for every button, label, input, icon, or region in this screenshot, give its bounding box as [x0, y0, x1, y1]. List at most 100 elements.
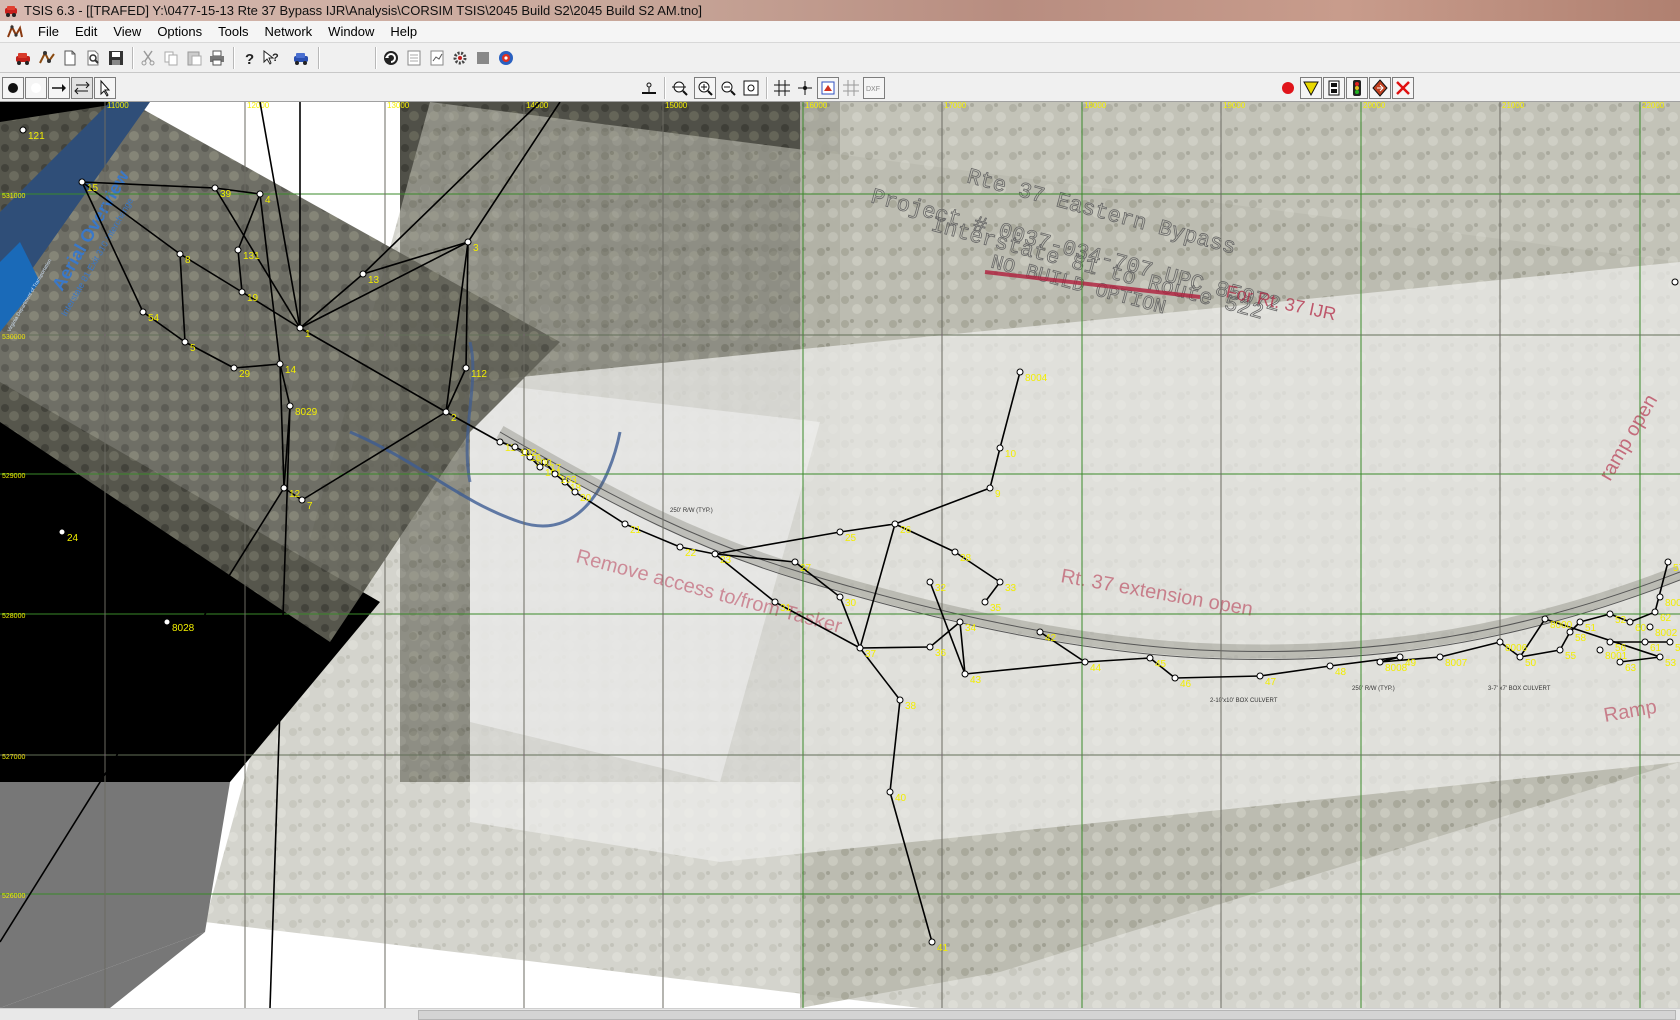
node-marker[interactable]	[1671, 278, 1679, 286]
save-icon[interactable]	[105, 47, 127, 69]
node-marker[interactable]	[928, 938, 936, 946]
node-marker[interactable]	[464, 238, 472, 246]
new-icon[interactable]	[59, 47, 81, 69]
node-marker[interactable]	[442, 408, 450, 416]
node-marker[interactable]	[1656, 593, 1664, 601]
menu-file[interactable]: File	[30, 21, 67, 43]
node-marker[interactable]	[163, 618, 171, 626]
network-map[interactable]: Aerial Overview Interstate 81 Exit 310 I…	[0, 102, 1680, 1008]
horizontal-scrollbar[interactable]	[0, 1008, 1680, 1020]
node-marker[interactable]	[551, 470, 559, 478]
context-help-icon[interactable]: ?	[260, 47, 282, 69]
yield-sign-icon[interactable]	[1300, 77, 1322, 99]
copy-icon[interactable]	[160, 47, 182, 69]
bidirectional-link-icon[interactable]	[71, 77, 93, 99]
node-marker[interactable]	[536, 463, 544, 471]
background-icon[interactable]	[817, 77, 839, 99]
node-marker[interactable]	[1496, 638, 1504, 646]
node-marker[interactable]	[511, 443, 519, 451]
scrollbar-thumb[interactable]	[418, 1010, 1676, 1020]
paste-icon[interactable]	[183, 47, 205, 69]
node-marker[interactable]	[1256, 672, 1264, 680]
node-marker[interactable]	[1436, 653, 1444, 661]
page-icon[interactable]	[403, 47, 425, 69]
node-marker[interactable]	[961, 670, 969, 678]
network-map-canvas[interactable]: Aerial Overview Interstate 81 Exit 310 I…	[0, 102, 1680, 1008]
node-marker[interactable]	[298, 496, 306, 504]
menu-window[interactable]: Window	[320, 21, 382, 43]
node-marker[interactable]	[211, 184, 219, 192]
node-marker[interactable]	[1626, 618, 1634, 626]
node-marker[interactable]	[771, 598, 779, 606]
zoom-extents-icon[interactable]	[669, 77, 691, 99]
node-marker[interactable]	[1664, 558, 1672, 566]
node-marker[interactable]	[986, 484, 994, 492]
menu-help[interactable]: Help	[382, 21, 425, 43]
car-icon[interactable]	[290, 47, 312, 69]
node-marker[interactable]	[1396, 653, 1404, 661]
node-marker[interactable]	[791, 558, 799, 566]
add-link-icon[interactable]	[48, 77, 70, 99]
grid-icon[interactable]	[771, 77, 793, 99]
node-marker[interactable]	[1656, 653, 1664, 661]
node-marker[interactable]	[621, 520, 629, 528]
node-marker[interactable]	[139, 308, 147, 316]
menu-view[interactable]: View	[105, 21, 149, 43]
node-marker[interactable]	[1541, 615, 1549, 623]
node-marker[interactable]	[276, 360, 284, 368]
zoom-in-icon[interactable]	[694, 77, 716, 99]
node-marker[interactable]	[496, 438, 504, 446]
node-marker[interactable]	[886, 788, 894, 796]
network-link[interactable]	[859, 646, 931, 649]
node-marker[interactable]	[1606, 638, 1614, 646]
node-marker[interactable]	[1576, 618, 1584, 626]
cut-icon[interactable]	[137, 47, 159, 69]
node-marker[interactable]	[711, 550, 719, 558]
meter-icon[interactable]	[1323, 77, 1345, 99]
node-marker[interactable]	[256, 190, 264, 198]
grid-disabled-icon[interactable]	[840, 77, 862, 99]
node-marker[interactable]	[19, 126, 27, 134]
node-marker[interactable]	[1641, 638, 1649, 646]
node-marker[interactable]	[359, 270, 367, 278]
node-marker[interactable]	[462, 364, 470, 372]
run-icon[interactable]	[495, 47, 517, 69]
open-car-icon[interactable]	[12, 47, 34, 69]
node-marker[interactable]	[951, 548, 959, 556]
document-network-icon[interactable]	[6, 24, 24, 40]
node-marker[interactable]	[1606, 610, 1614, 618]
node-marker[interactable]	[1036, 628, 1044, 636]
node-marker[interactable]	[996, 578, 1004, 586]
node-marker[interactable]	[836, 528, 844, 536]
report-icon[interactable]	[426, 47, 448, 69]
node-marker[interactable]	[926, 643, 934, 651]
select-pointer-icon[interactable]	[94, 77, 116, 99]
node-marker[interactable]	[1651, 608, 1659, 616]
node-marker[interactable]	[1171, 674, 1179, 682]
node-marker[interactable]	[286, 402, 294, 410]
node-marker[interactable]	[956, 618, 964, 626]
node-marker[interactable]	[58, 528, 66, 536]
scale-icon[interactable]	[638, 77, 660, 99]
node-marker[interactable]	[1016, 368, 1024, 376]
node-marker[interactable]	[571, 488, 579, 496]
node-marker[interactable]	[1646, 623, 1654, 631]
signal-icon[interactable]	[1346, 77, 1368, 99]
help-icon[interactable]: ?	[238, 47, 260, 69]
print-icon[interactable]	[206, 47, 228, 69]
node-marker[interactable]	[1081, 658, 1089, 666]
dxf-icon[interactable]: DXF	[863, 77, 885, 99]
tsis-app-icon[interactable]	[4, 4, 18, 18]
node-marker[interactable]	[1146, 654, 1154, 662]
circle-tool-icon[interactable]	[25, 77, 47, 99]
find-icon[interactable]	[82, 47, 104, 69]
node-marker[interactable]	[1556, 646, 1564, 654]
node-marker[interactable]	[1376, 658, 1384, 666]
node-marker[interactable]	[836, 593, 844, 601]
node-marker[interactable]	[238, 288, 246, 296]
node-marker[interactable]	[1666, 638, 1674, 646]
gear-icon[interactable]	[449, 47, 471, 69]
zoom-window-icon[interactable]	[740, 77, 762, 99]
node-marker[interactable]	[1326, 662, 1334, 670]
node-marker[interactable]	[234, 246, 242, 254]
